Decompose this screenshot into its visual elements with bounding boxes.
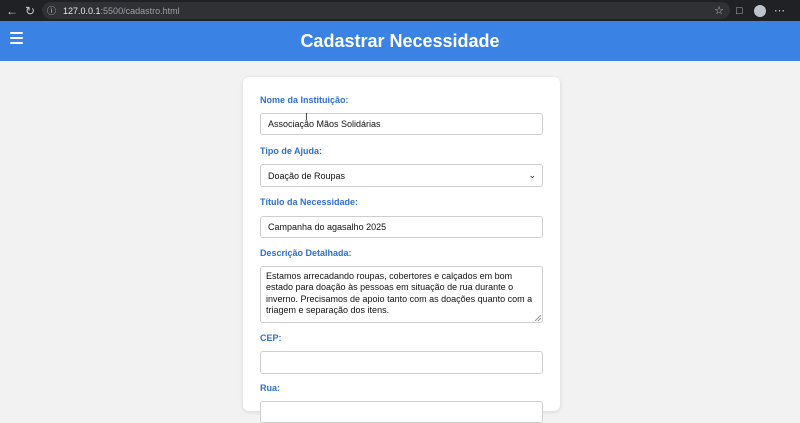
form-card: Nome da Instituição: Associação Mãos Sol… [243, 77, 560, 423]
profile-avatar[interactable] [754, 0, 766, 21]
browser-toolbar: ← ↻ ⓘ 127.0.0.1:5500/cadastro.html ☆ □ ⋯ [0, 0, 800, 21]
instituicao-label: Nome da Instituição: [260, 95, 349, 105]
text-cursor-icon: I [305, 112, 308, 123]
resize-handle-icon[interactable] [535, 315, 541, 321]
address-url: 127.0.0.1:5500/cadastro.html [63, 5, 180, 16]
tipo-ajuda-label: Tipo de Ajuda: [260, 146, 322, 156]
tipo-ajuda-select[interactable]: Doação de Roupas ⌄ [260, 164, 543, 187]
page-title: Cadastrar Necessidade [300, 30, 500, 51]
rua-input[interactable] [260, 401, 543, 423]
star-icon[interactable]: ☆ [714, 4, 724, 17]
cep-input[interactable] [260, 351, 543, 374]
titulo-label: Título da Necessidade: [260, 197, 359, 207]
tipo-ajuda-selected: Doação de Roupas [268, 170, 346, 181]
descricao-text: Estamos arrecadando roupas, cobertores e… [266, 271, 533, 315]
cep-label: CEP: [260, 333, 282, 343]
descricao-textarea[interactable]: Estamos arrecadando roupas, cobertores e… [260, 266, 543, 323]
info-icon[interactable]: ⓘ [47, 4, 59, 17]
split-view-icon[interactable]: □ [736, 0, 743, 21]
chevron-down-icon: ⌄ [528, 170, 536, 180]
hamburger-menu-icon[interactable] [10, 32, 23, 44]
address-bar[interactable]: ⓘ 127.0.0.1:5500/cadastro.html ☆ [42, 2, 730, 19]
reload-icon[interactable]: ↻ [21, 4, 39, 18]
avatar[interactable] [754, 4, 766, 17]
instituicao-input[interactable]: Associação Mãos Solidárias [260, 113, 543, 135]
rua-label: Rua: [260, 383, 280, 393]
descricao-label: Descrição Detalhada: [260, 248, 352, 258]
app-header: Cadastrar Necessidade [0, 21, 800, 61]
titulo-input[interactable]: Campanha do agasalho 2025 [260, 216, 543, 238]
back-arrow-icon[interactable]: ← [3, 4, 21, 18]
more-options-icon[interactable]: ⋯ [774, 0, 785, 21]
